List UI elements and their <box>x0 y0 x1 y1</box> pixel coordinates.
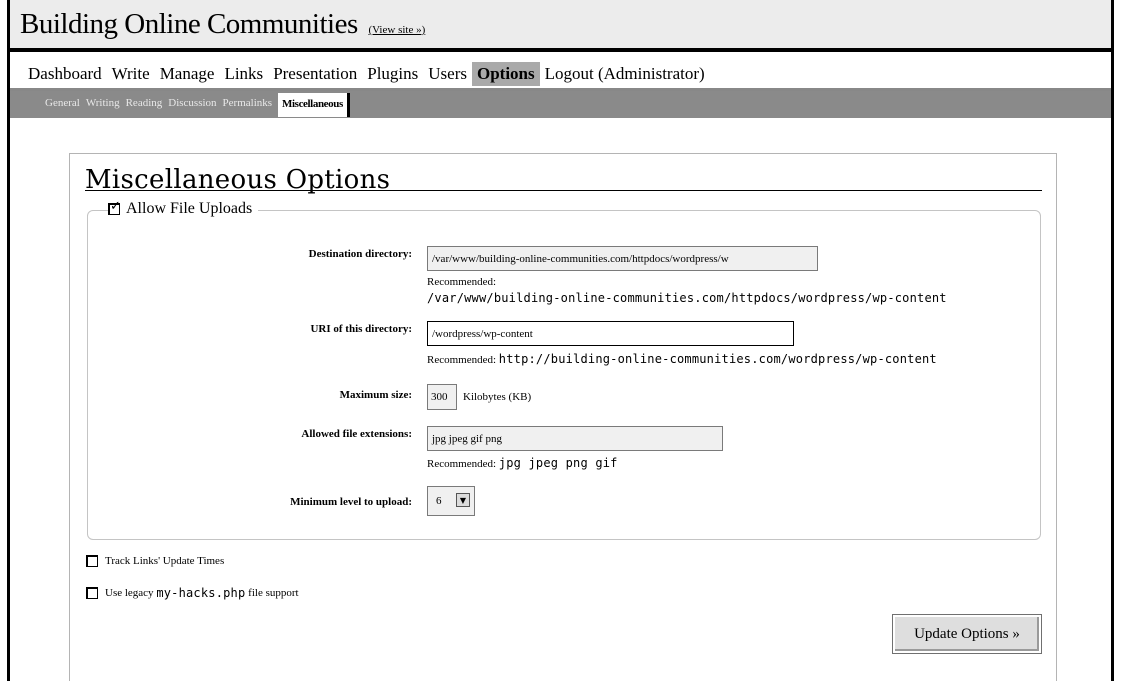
menu-item-users[interactable]: Users <box>423 62 472 86</box>
legacy-hacks-code: my-hacks.php <box>156 586 246 600</box>
window-frame-left <box>0 0 10 681</box>
file-uploads-legend: ✓ Allow File Uploads <box>108 199 259 218</box>
file-uploads-fieldset: ✓ Allow File Uploads Destination directo… <box>87 200 1041 540</box>
max-size-input[interactable]: 300 <box>427 384 457 410</box>
submenu-bar: General Writing Reading Discussion Perma… <box>10 91 1111 118</box>
destination-recommended-value: /var/www/building-online-communities.com… <box>427 291 947 305</box>
title-divider <box>85 190 1042 191</box>
options-panel: Miscellaneous Options ✓ Allow File Uploa… <box>69 153 1057 681</box>
uri-recommended-value: http://building-online-communities.com/w… <box>498 352 937 366</box>
uri-label: URI of this directory: <box>310 323 412 335</box>
submenu-item-general[interactable]: General <box>45 97 80 121</box>
submenu-item-permalinks[interactable]: Permalinks <box>223 97 273 121</box>
menu-item-logout[interactable]: Logout (Administrator) <box>540 62 710 86</box>
admin-menu-bar: Dashboard Write Manage Links Presentatio… <box>10 56 1111 91</box>
track-links-option: Track Links' Update Times <box>86 555 224 567</box>
menu-item-presentation[interactable]: Presentation <box>268 62 362 86</box>
destination-recommended-label: Recommended: <box>427 276 497 288</box>
max-size-unit: Kilobytes (KB) <box>463 391 532 403</box>
site-title-text: Building Online Communities <box>20 8 358 40</box>
legacy-hacks-suffix: file support <box>248 587 299 599</box>
destination-input[interactable]: /var/www/building-online-communities.com… <box>427 246 818 271</box>
update-options-button[interactable]: Update Options » <box>892 614 1042 654</box>
menu-item-dashboard[interactable]: Dashboard <box>23 62 107 86</box>
submenu-item-miscellaneous[interactable]: Miscellaneous <box>278 93 350 117</box>
menu-item-links[interactable]: Links <box>219 62 268 86</box>
window-frame-right <box>1111 0 1121 681</box>
allow-uploads-label: Allow File Uploads <box>126 200 253 217</box>
menu-item-write[interactable]: Write <box>107 62 155 86</box>
max-size-label: Maximum size: <box>339 389 412 401</box>
submenu-item-reading[interactable]: Reading <box>126 97 163 121</box>
view-site-link[interactable]: (View site ») <box>368 24 425 36</box>
min-level-value: 6 <box>436 495 442 507</box>
submenu-item-discussion[interactable]: Discussion <box>168 97 216 121</box>
menu-item-plugins[interactable]: Plugins <box>362 62 423 86</box>
extensions-input[interactable]: jpg jpeg gif png <box>427 426 723 451</box>
min-level-label: Minimum level to upload: <box>290 496 412 508</box>
extensions-label: Allowed file extensions: <box>301 428 412 440</box>
submenu-item-writing[interactable]: Writing <box>86 97 120 121</box>
destination-label: Destination directory: <box>308 248 412 260</box>
site-title: Building Online Communities (View site »… <box>20 8 425 41</box>
legacy-hacks-checkbox[interactable] <box>86 587 98 599</box>
uri-input[interactable]: /wordpress/wp-content <box>427 321 794 346</box>
track-links-checkbox[interactable] <box>86 555 98 567</box>
dropdown-arrow-icon[interactable]: ▼ <box>456 493 470 507</box>
checkmark-icon: ✓ <box>110 199 121 214</box>
extensions-recommended-label: Recommended: <box>427 458 497 470</box>
allow-uploads-checkbox[interactable]: ✓ <box>108 199 121 215</box>
menu-item-options[interactable]: Options <box>471 62 540 86</box>
min-level-select[interactable]: 6 ▼ <box>427 486 475 516</box>
options-submenu: General Writing Reading Discussion Perma… <box>45 93 356 121</box>
extensions-recommended-value: jpg jpeg png gif <box>498 456 618 470</box>
admin-menu: Dashboard Write Manage Links Presentatio… <box>23 62 710 86</box>
track-links-label: Track Links' Update Times <box>105 555 225 567</box>
site-header: Building Online Communities (View site »… <box>10 0 1111 52</box>
legacy-hacks-option: Use legacy my-hacks.php file support <box>86 586 299 600</box>
legacy-hacks-prefix: Use legacy <box>105 587 154 599</box>
uri-recommended-label: Recommended: <box>427 354 497 366</box>
menu-item-manage[interactable]: Manage <box>155 62 220 86</box>
uri-recommended: Recommended: http://building-online-comm… <box>427 352 937 366</box>
extensions-recommended: Recommended: jpg jpeg png gif <box>427 456 618 470</box>
